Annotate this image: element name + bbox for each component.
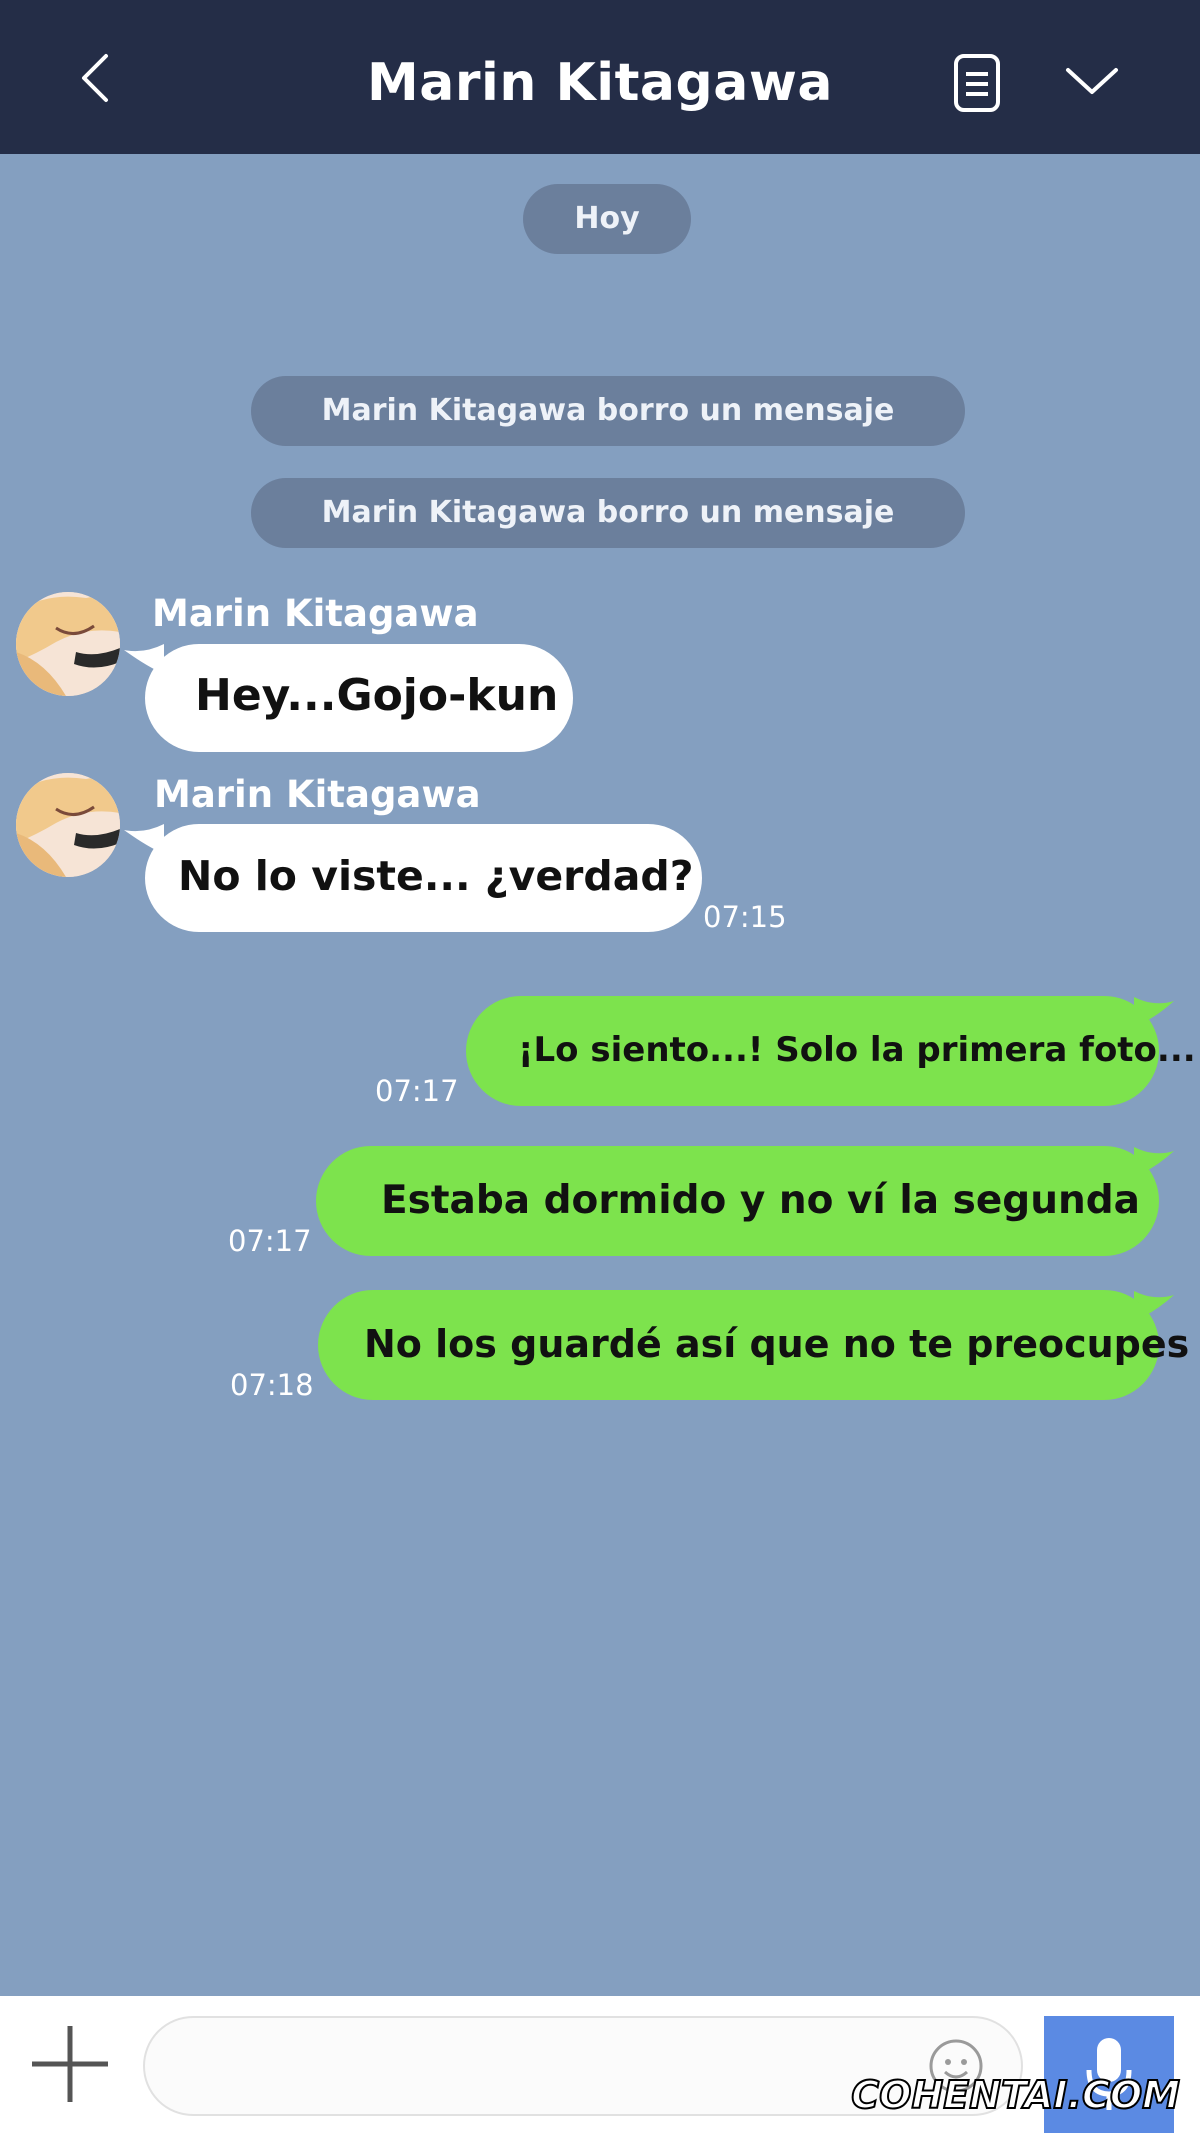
date-divider: Hoy <box>523 184 691 254</box>
message-text: ¡Lo siento...! Solo la primera foto... <box>518 1030 1196 1070</box>
message-text: No los guardé así que no te preocupes <box>364 1322 1190 1366</box>
message-time: 07:17 <box>228 1224 312 1258</box>
menu-button[interactable] <box>1062 56 1122 106</box>
add-attachment-button[interactable] <box>28 2022 112 2106</box>
message-time: 07:17 <box>375 1074 459 1108</box>
message-bubble[interactable]: No lo viste... ¿verdad? <box>145 824 702 932</box>
avatar-image <box>16 592 120 696</box>
sender-name: Marin Kitagawa <box>152 592 479 635</box>
message-bubble[interactable]: No los guardé así que no te preocupes <box>318 1290 1190 1400</box>
composer-bar: COHENTAI.COM <box>0 1996 1200 2133</box>
notes-icon <box>954 54 1000 112</box>
chat-header: Marin Kitagawa <box>0 0 1200 154</box>
system-message: Marin Kitagawa borro un mensaje <box>251 376 965 446</box>
avatar-image <box>16 773 120 877</box>
avatar[interactable] <box>16 592 120 696</box>
chat-area[interactable]: Hoy Marin Kitagawa borro un mensaje Mari… <box>0 154 1200 1996</box>
message-time: 07:15 <box>703 900 787 934</box>
message-bubble[interactable]: ¡Lo siento...! Solo la primera foto... <box>466 996 1196 1106</box>
message-text: No lo viste... ¿verdad? <box>178 852 694 900</box>
message-text: Estaba dormido y no ví la segunda <box>381 1178 1140 1223</box>
chat-title: Marin Kitagawa <box>367 53 833 113</box>
watermark: COHENTAI.COM <box>850 2072 1181 2118</box>
system-message: Marin Kitagawa borro un mensaje <box>251 478 965 548</box>
message-time: 07:18 <box>230 1368 314 1402</box>
avatar[interactable] <box>16 773 120 877</box>
message-bubble[interactable]: Hey...Gojo-kun <box>145 644 573 752</box>
chevron-down-icon <box>1066 68 1118 94</box>
message-bubble[interactable]: Estaba dormido y no ví la segunda <box>316 1146 1159 1256</box>
message-text: Hey...Gojo-kun <box>195 670 559 721</box>
sender-name: Marin Kitagawa <box>154 773 481 816</box>
plus-icon <box>32 2026 108 2102</box>
notes-button[interactable] <box>948 52 1006 114</box>
